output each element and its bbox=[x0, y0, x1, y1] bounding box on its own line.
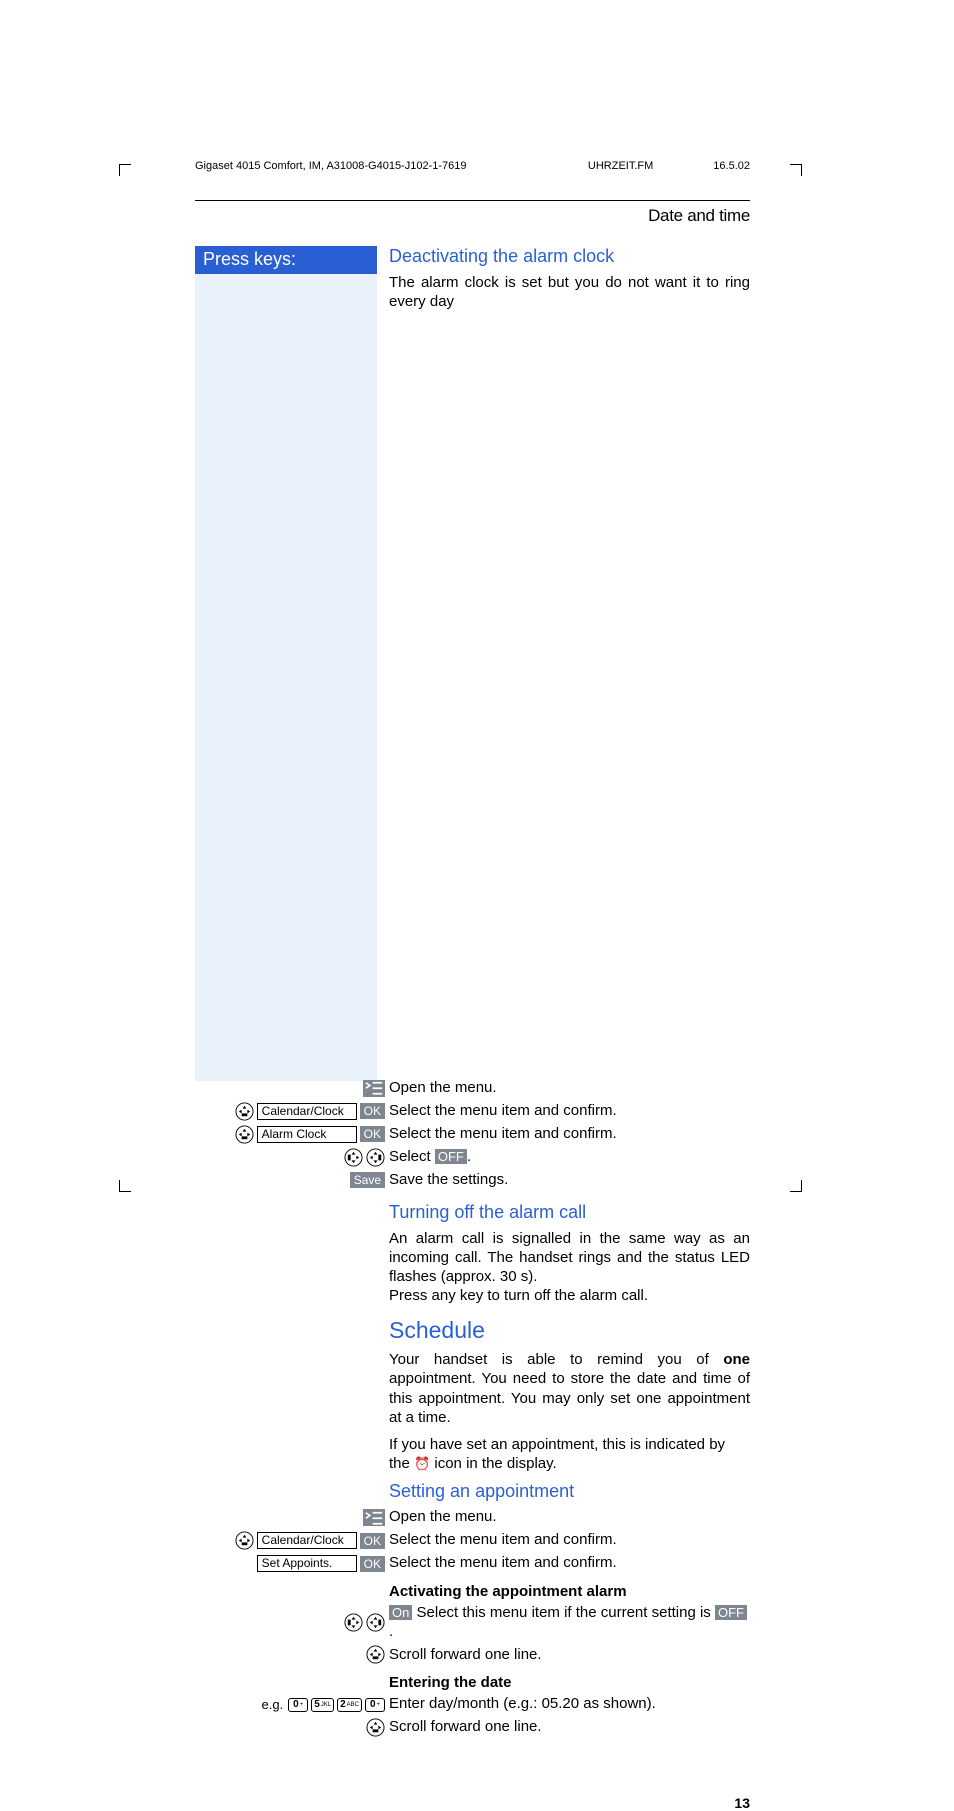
nav-down-icon bbox=[366, 1718, 385, 1737]
subheading-activating: Activating the appointment alarm bbox=[389, 1583, 750, 1600]
heading-setting-appointment: Setting an appointment bbox=[389, 1481, 750, 1502]
row-calendar-clock-2: Calendar/Clock OK Select the menu item a… bbox=[195, 1531, 750, 1550]
deactivating-intro: The alarm clock is set but you do not wa… bbox=[389, 273, 750, 311]
select-confirm-1: Select the menu item and confirm. bbox=[389, 1102, 750, 1121]
menu-item-calendar-clock: Calendar/Clock bbox=[257, 1532, 357, 1549]
key-5: 5JKL bbox=[311, 1698, 334, 1712]
menu-item-alarm-clock: Alarm Clock bbox=[257, 1126, 357, 1143]
schedule-p2: If you have set an appointment, this is … bbox=[389, 1435, 750, 1473]
eg-label: e.g. bbox=[262, 1697, 284, 1712]
row-scroll-1: Scroll forward one line. bbox=[195, 1645, 750, 1664]
ok-button: OK bbox=[360, 1103, 385, 1119]
menu-icon bbox=[363, 1509, 385, 1526]
save-text: Save the settings. bbox=[389, 1171, 750, 1190]
select-confirm-4: Select the menu item and confirm. bbox=[389, 1554, 750, 1573]
file-name: UHRZEIT.FM bbox=[588, 160, 653, 172]
page-header: Gigaset 4015 Comfort, IM, A31008-G4015-J… bbox=[195, 160, 750, 172]
subheading-entering-date: Entering the date bbox=[389, 1674, 750, 1691]
heading-schedule: Schedule bbox=[389, 1317, 750, 1344]
nav-down-icon bbox=[235, 1102, 254, 1121]
nav-right-icon bbox=[366, 1613, 385, 1632]
page-content: Gigaset 4015 Comfort, IM, A31008-G4015-J… bbox=[195, 160, 750, 1741]
row-alarm-clock: Alarm Clock OK Select the menu item and … bbox=[195, 1125, 750, 1144]
press-keys-header: Press keys: bbox=[195, 246, 377, 274]
row-enter-date: e.g. 0+ 5JKL 2ABC 0+ Enter day/month (e.… bbox=[195, 1695, 750, 1714]
section-title: Date and time bbox=[648, 206, 750, 226]
on-label: On bbox=[389, 1605, 412, 1621]
ok-button: OK bbox=[360, 1556, 385, 1572]
key-0: 0+ bbox=[365, 1698, 385, 1712]
ok-button: OK bbox=[360, 1533, 385, 1549]
nav-down-icon bbox=[235, 1125, 254, 1144]
crop-mark-tr bbox=[790, 164, 802, 176]
menu-item-calendar-clock: Calendar/Clock bbox=[257, 1103, 357, 1120]
save-button: Save bbox=[350, 1172, 385, 1188]
menu-icon bbox=[363, 1080, 385, 1097]
row-on-off: On Select this menu item if the current … bbox=[195, 1604, 750, 1642]
select-confirm-2: Select the menu item and confirm. bbox=[389, 1125, 750, 1144]
page-number: 13 bbox=[734, 1795, 750, 1811]
key-0: 0+ bbox=[288, 1698, 308, 1712]
off-label: OFF bbox=[715, 1605, 747, 1621]
row-open-menu-2: Open the menu. bbox=[195, 1508, 750, 1527]
crop-mark-tl bbox=[119, 164, 131, 176]
open-menu-text-2: Open the menu. bbox=[389, 1508, 750, 1527]
key-2: 2ABC bbox=[337, 1698, 362, 1712]
scroll-forward-2: Scroll forward one line. bbox=[389, 1718, 750, 1737]
off-label: OFF bbox=[435, 1149, 467, 1165]
nav-down-icon bbox=[366, 1645, 385, 1664]
press-keys-panel: Press keys: bbox=[195, 246, 377, 1081]
doc-id: Gigaset 4015 Comfort, IM, A31008-G4015-J… bbox=[195, 160, 528, 172]
crop-mark-br bbox=[790, 1180, 802, 1192]
ok-button: OK bbox=[360, 1126, 385, 1142]
scroll-forward-1: Scroll forward one line. bbox=[389, 1646, 750, 1665]
heading-turning-off: Turning off the alarm call bbox=[389, 1202, 750, 1223]
row-open-menu-1: Open the menu. bbox=[195, 1079, 750, 1098]
open-menu-text-1: Open the menu. bbox=[389, 1079, 750, 1098]
menu-item-set-appoints: Set Appoints. bbox=[257, 1555, 357, 1572]
row-select-off: Select OFF. bbox=[195, 1148, 750, 1167]
doc-date: 16.5.02 bbox=[713, 160, 750, 172]
nav-left-icon bbox=[344, 1613, 363, 1632]
schedule-p1: Your handset is able to remind you of on… bbox=[389, 1350, 750, 1427]
activating-text: On Select this menu item if the current … bbox=[389, 1604, 750, 1642]
heading-deactivating: Deactivating the alarm clock bbox=[389, 246, 750, 267]
enter-day-text: Enter day/month (e.g.: 05.20 as shown). bbox=[389, 1695, 750, 1714]
crop-mark-bl bbox=[119, 1180, 131, 1192]
alarm-bell-icon: ⏰ bbox=[414, 1456, 430, 1473]
nav-right-icon bbox=[366, 1148, 385, 1167]
select-confirm-3: Select the menu item and confirm. bbox=[389, 1531, 750, 1550]
row-scroll-2: Scroll forward one line. bbox=[195, 1718, 750, 1737]
select-off-text: Select OFF. bbox=[389, 1148, 750, 1167]
nav-down-icon bbox=[235, 1531, 254, 1550]
row-save: Save Save the settings. bbox=[195, 1171, 750, 1190]
turning-off-body: An alarm call is signalled in the same w… bbox=[389, 1229, 750, 1306]
row-set-appoints: Set Appoints. OK Select the menu item an… bbox=[195, 1554, 750, 1573]
nav-left-icon bbox=[344, 1148, 363, 1167]
row-calendar-clock-1: Calendar/Clock OK Select the menu item a… bbox=[195, 1102, 750, 1121]
section-title-row: Date and time bbox=[195, 200, 750, 240]
